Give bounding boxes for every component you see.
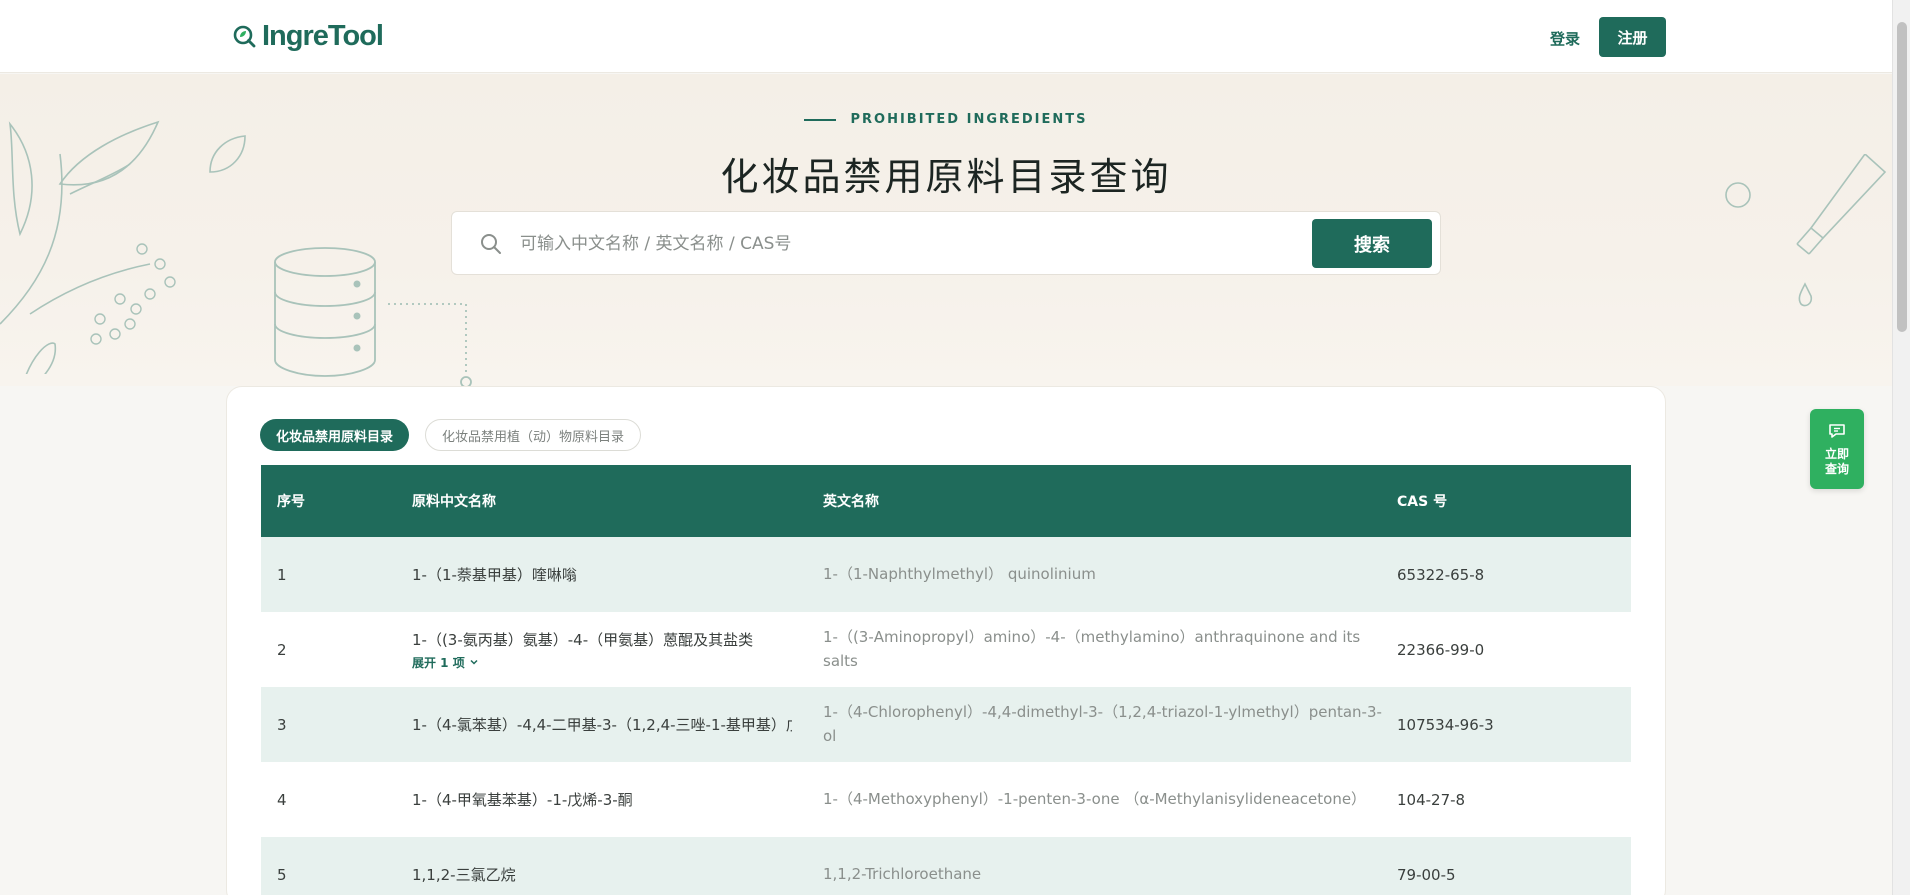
row-cn-name: 1,1,2-三氯乙烷 [412,866,516,884]
scrollbar-thumb[interactable] [1897,22,1907,332]
hero-section: PROHIBITED INGREDIENTS 化妆品禁用原料目录查询 搜索 [0,74,1892,386]
tab-prohibited-plant-animal[interactable]: 化妆品禁用植（动）物原料目录 [425,419,642,451]
row-en-name: 1,1,2-Trichloroethane [823,864,982,883]
tab-prohibited-ingredients[interactable]: 化妆品禁用原料目录 [260,419,410,451]
row-cas: 107534-96-3 [1397,715,1494,734]
chevron-down-icon [470,659,478,665]
header-cn-name: 原料中文名称 [412,494,496,510]
row-no: 1 [277,565,287,584]
page-scrollbar[interactable] [1892,0,1910,895]
row-cas: 104-27-8 [1397,790,1466,809]
consult-label-line1: 立即 [1824,447,1849,461]
row-en-name: 1-（(3-Aminopropyl）amino）-4-（methylamino）… [823,628,1361,670]
row-en-name: 1-（4-Chlorophenyl）-4,4-dimethyl-3-（1,2,4… [823,703,1382,745]
results-card: 化妆品禁用原料目录 化妆品禁用植（动）物原料目录 序号 原料中文名称 英文名称 … [226,386,1666,895]
row-no: 2 [277,640,287,659]
row-en-name: 1-（4-Methoxyphenyl）-1-penten-3-one （α-Me… [823,789,1367,808]
row-no: 3 [277,715,287,734]
chat-bubble-icon [1829,424,1845,438]
row-cn-name: 1-（4-甲氧基苯基）-1-戊烯-3-酮 [412,791,633,809]
eyebrow-line [804,118,837,121]
table-row[interactable]: 1 1-（1-萘基甲基）喹啉嗡 1-（1-Naphthylmethyl） qui… [261,537,1631,612]
login-link[interactable]: 登录 [1550,28,1580,49]
row-no: 4 [277,790,287,809]
search-bar: 搜索 [451,211,1441,275]
table-header: 序号 原料中文名称 英文名称 CAS 号 [261,465,1631,537]
row-en-name: 1-（1-Naphthylmethyl） quinolinium [823,564,1096,583]
search-icon [481,234,501,254]
database-decoration [274,247,472,386]
ingredients-table: 序号 原料中文名称 英文名称 CAS 号 1 1-（1-萘基甲基）喹啉嗡 1-（… [261,465,1631,895]
table-row[interactable]: 2 1-（(3-氨丙基）氨基）-4-（甲氨基）蒽醌及其盐类 展开 1 项 1-（… [261,612,1631,687]
logo[interactable]: IngreTool [232,19,384,52]
header-no: 序号 [277,494,305,510]
page-title: 化妆品禁用原料目录查询 [720,155,1172,199]
consult-button[interactable]: 立即 查询 [1810,409,1864,489]
search-button[interactable]: 搜索 [1312,219,1432,268]
expand-toggle[interactable]: 展开 1 项 [412,654,792,671]
eyebrow-text: PROHIBITED INGREDIENTS [850,112,1088,127]
row-no: 5 [277,865,287,884]
header-cas: CAS 号 [1397,494,1448,510]
row-cas: 65322-65-8 [1397,565,1485,584]
row-cas: 79-00-5 [1397,865,1456,884]
search-input[interactable] [520,226,1240,262]
row-cn-cell: 1-（(3-氨丙基）氨基）-4-（甲氨基）蒽醌及其盐类 展开 1 项 [412,612,792,687]
logo-text: IngreTool [262,19,384,52]
consult-label-line2: 查询 [1824,462,1849,476]
register-button[interactable]: 注册 [1599,17,1666,57]
row-cn-name: 1-（(3-氨丙基）氨基）-4-（甲氨基）蒽醌及其盐类 [412,630,754,649]
table-row[interactable]: 5 1,1,2-三氯乙烷 1,1,2-Trichloroethane 79-00… [261,837,1631,895]
table-row[interactable]: 4 1-（4-甲氧基苯基）-1-戊烯-3-酮 1-（4-Methoxypheny… [261,762,1631,837]
row-cas: 22366-99-0 [1397,640,1485,659]
table-row[interactable]: 3 1-（4-氯苯基）-4,4-二甲基-3-（1,2,4-三唑-1-基甲基）戊 … [261,687,1631,762]
magnifier-leaf-icon [233,25,256,48]
row-cn-name: 1-（4-氯苯基）-4,4-二甲基-3-（1,2,4-三唑-1-基甲基）戊 [412,716,792,734]
row-cn-name: 1-（1-萘基甲基）喹啉嗡 [412,566,577,584]
eyebrow-label: PROHIBITED INGREDIENTS [0,112,1892,127]
top-nav: IngreTool 登录 注册 [0,0,1892,73]
botanical-decoration-left [0,120,176,374]
expand-label: 展开 1 项 [412,655,465,670]
header-en-name: 英文名称 [823,494,879,510]
